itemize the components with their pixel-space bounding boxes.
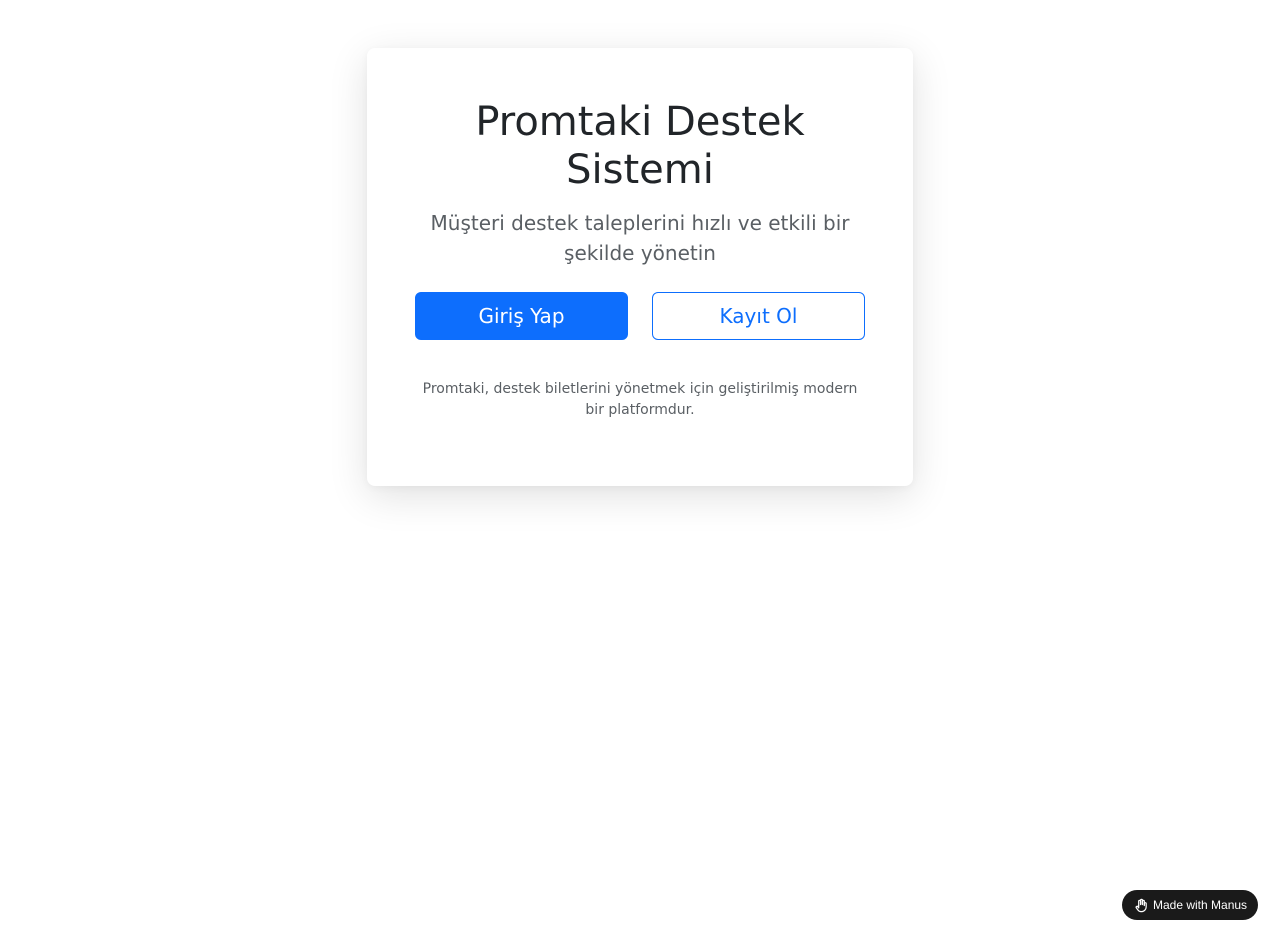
- login-button[interactable]: Giriş Yap: [415, 292, 628, 340]
- page: Promtaki Destek Sistemi Müşteri destek t…: [0, 0, 1279, 941]
- made-with-manus-badge[interactable]: Made with Manus: [1122, 890, 1258, 920]
- page-title: Promtaki Destek Sistemi: [475, 99, 805, 193]
- page-subtitle: Müşteri destek taleplerini hızlı ve etki…: [430, 211, 850, 265]
- welcome-card: Promtaki Destek Sistemi Müşteri destek t…: [367, 48, 913, 486]
- platform-description: Promtaki, destek biletlerini yönetmek iç…: [422, 381, 858, 418]
- manus-hand-icon: [1134, 898, 1149, 913]
- register-button[interactable]: Kayıt Ol: [652, 292, 865, 340]
- badge-label: Made with Manus: [1153, 898, 1248, 912]
